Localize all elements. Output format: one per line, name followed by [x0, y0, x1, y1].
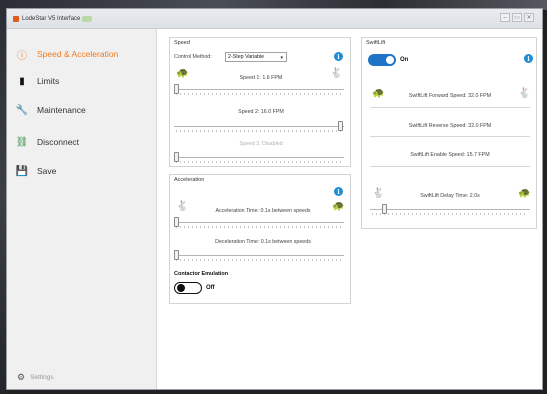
- disconnect-icon: ⛓: [15, 136, 29, 148]
- speed1-label: Speed 1: 1.6 FPM: [239, 75, 283, 81]
- swiftlift-toggle[interactable]: [368, 54, 396, 66]
- contactor-emulation-toggle[interactable]: [174, 282, 202, 294]
- rabbit-icon: 🐇: [372, 188, 385, 199]
- speed2-slider[interactable]: [174, 121, 344, 133]
- app-window: LodeStar V5 Interface – ▭ ✕ ⓘ Speed & Ac…: [6, 8, 543, 390]
- title-bar[interactable]: LodeStar V5 Interface – ▭ ✕: [7, 9, 542, 29]
- rabbit-icon: 🐇: [518, 88, 531, 99]
- chevron-down-icon: ▾: [280, 55, 283, 61]
- separator: [370, 107, 530, 108]
- speed3-label: Speed 3: Disabled: [239, 141, 283, 147]
- wrench-icon: 🔧: [15, 104, 29, 116]
- sidebar-item-label: Save: [37, 166, 57, 176]
- swiftlift-reverse-speed-label: SwiftLift Reverse Speed: 32.0 FPM: [408, 123, 492, 129]
- swiftlift-forward-speed-label: SwiftLift Forward Speed: 32.0 FPM: [408, 93, 492, 99]
- settings-button[interactable]: ⚙ Settings: [17, 372, 54, 383]
- swiftlift-info-icon[interactable]: i: [524, 54, 533, 63]
- speed2-label: Speed 2: 16.0 FPM: [238, 109, 284, 115]
- maximize-button[interactable]: ▭: [512, 13, 522, 22]
- rabbit-icon: 🐇: [330, 68, 343, 79]
- sidebar-item-limits[interactable]: ▮ Limits: [15, 73, 59, 89]
- swiftlift-enable-speed-label: SwiftLift Enable Speed: 15.7 FPM: [410, 152, 490, 158]
- acceleration-panel: Acceleration i 🐇 🐢 Acceleration Time: 0.…: [169, 174, 351, 304]
- minimize-button[interactable]: –: [500, 13, 510, 22]
- speed1-slider-thumb[interactable]: [174, 84, 179, 94]
- deceleration-time-label: Deceleration Time: 0.1s between speeds: [215, 239, 311, 245]
- sidebar-item-label: Disconnect: [37, 137, 80, 147]
- sidebar-item-maintenance[interactable]: 🔧 Maintenance: [15, 102, 86, 118]
- acceleration-slider-thumb[interactable]: [174, 217, 179, 227]
- window-title-badge: [82, 15, 93, 22]
- limits-icon: ▮: [19, 75, 25, 87]
- app-logo-icon: [13, 15, 19, 22]
- control-method-select[interactable]: 2-Step Variable ▾: [225, 52, 287, 62]
- gear-icon: ⚙: [17, 372, 26, 382]
- swiftlift-delay-slider-thumb[interactable]: [382, 204, 387, 214]
- rabbit-icon: 🐇: [176, 201, 189, 212]
- save-icon: 💾: [15, 165, 29, 177]
- contactor-emulation-label: Contactor Emulation: [174, 271, 229, 277]
- turtle-icon: 🐢: [372, 88, 385, 99]
- swiftlift-panel-title: SwiftLift: [366, 40, 386, 46]
- speed3-slider[interactable]: [174, 152, 344, 164]
- sidebar-item-label: Maintenance: [37, 105, 86, 115]
- speed1-slider[interactable]: [174, 84, 344, 96]
- main-content: Speed Control Method: 2-Step Variable ▾ …: [157, 29, 542, 389]
- separator: [370, 166, 530, 167]
- acceleration-info-icon[interactable]: i: [334, 187, 343, 196]
- sidebar-item-speed-acceleration[interactable]: ⓘ Speed & Acceleration: [15, 46, 118, 62]
- separator: [370, 136, 530, 137]
- speed-info-icon[interactable]: i: [334, 52, 343, 61]
- deceleration-slider-thumb[interactable]: [174, 250, 179, 260]
- acceleration-panel-title: Acceleration: [174, 177, 205, 183]
- swiftlift-panel: SwiftLift On i 🐢 🐇 SwiftLift Forward Spe…: [361, 37, 537, 229]
- deceleration-slider[interactable]: [174, 250, 344, 262]
- acceleration-slider[interactable]: [174, 217, 344, 229]
- speed2-slider-thumb[interactable]: [338, 121, 343, 131]
- sidebar-item-label: Speed & Acceleration: [37, 49, 119, 59]
- speed3-slider-thumb[interactable]: [174, 152, 179, 162]
- control-method-value: 2-Step Variable: [228, 54, 265, 60]
- turtle-icon: 🐢: [176, 68, 189, 79]
- control-method-label: Control Method:: [174, 54, 212, 60]
- swiftlift-delay-time-label: SwiftLift Delay Time: 2.0s: [420, 193, 480, 199]
- speed-panel: Speed Control Method: 2-Step Variable ▾ …: [169, 37, 351, 167]
- turtle-icon: 🐢: [332, 201, 345, 212]
- speed-panel-title: Speed: [174, 40, 190, 46]
- swiftlift-delay-slider[interactable]: [370, 204, 530, 216]
- settings-label: Settings: [30, 374, 54, 381]
- swiftlift-state: On: [400, 57, 409, 63]
- window-title: LodeStar V5 Interface: [22, 15, 81, 22]
- acceleration-time-label: Acceleration Time: 0.1s between speeds: [215, 208, 311, 214]
- sidebar-item-disconnect[interactable]: ⛓ Disconnect: [15, 134, 79, 150]
- contactor-emulation-state: Off: [206, 285, 215, 291]
- turtle-icon: 🐢: [518, 188, 531, 199]
- alert-circle-icon: ⓘ: [17, 50, 27, 62]
- sidebar-item-label: Limits: [37, 76, 60, 86]
- close-button[interactable]: ✕: [524, 13, 534, 22]
- sidebar-item-save[interactable]: 💾 Save: [15, 163, 57, 179]
- sidebar: ⓘ Speed & Acceleration ▮ Limits 🔧 Mainte…: [7, 29, 157, 389]
